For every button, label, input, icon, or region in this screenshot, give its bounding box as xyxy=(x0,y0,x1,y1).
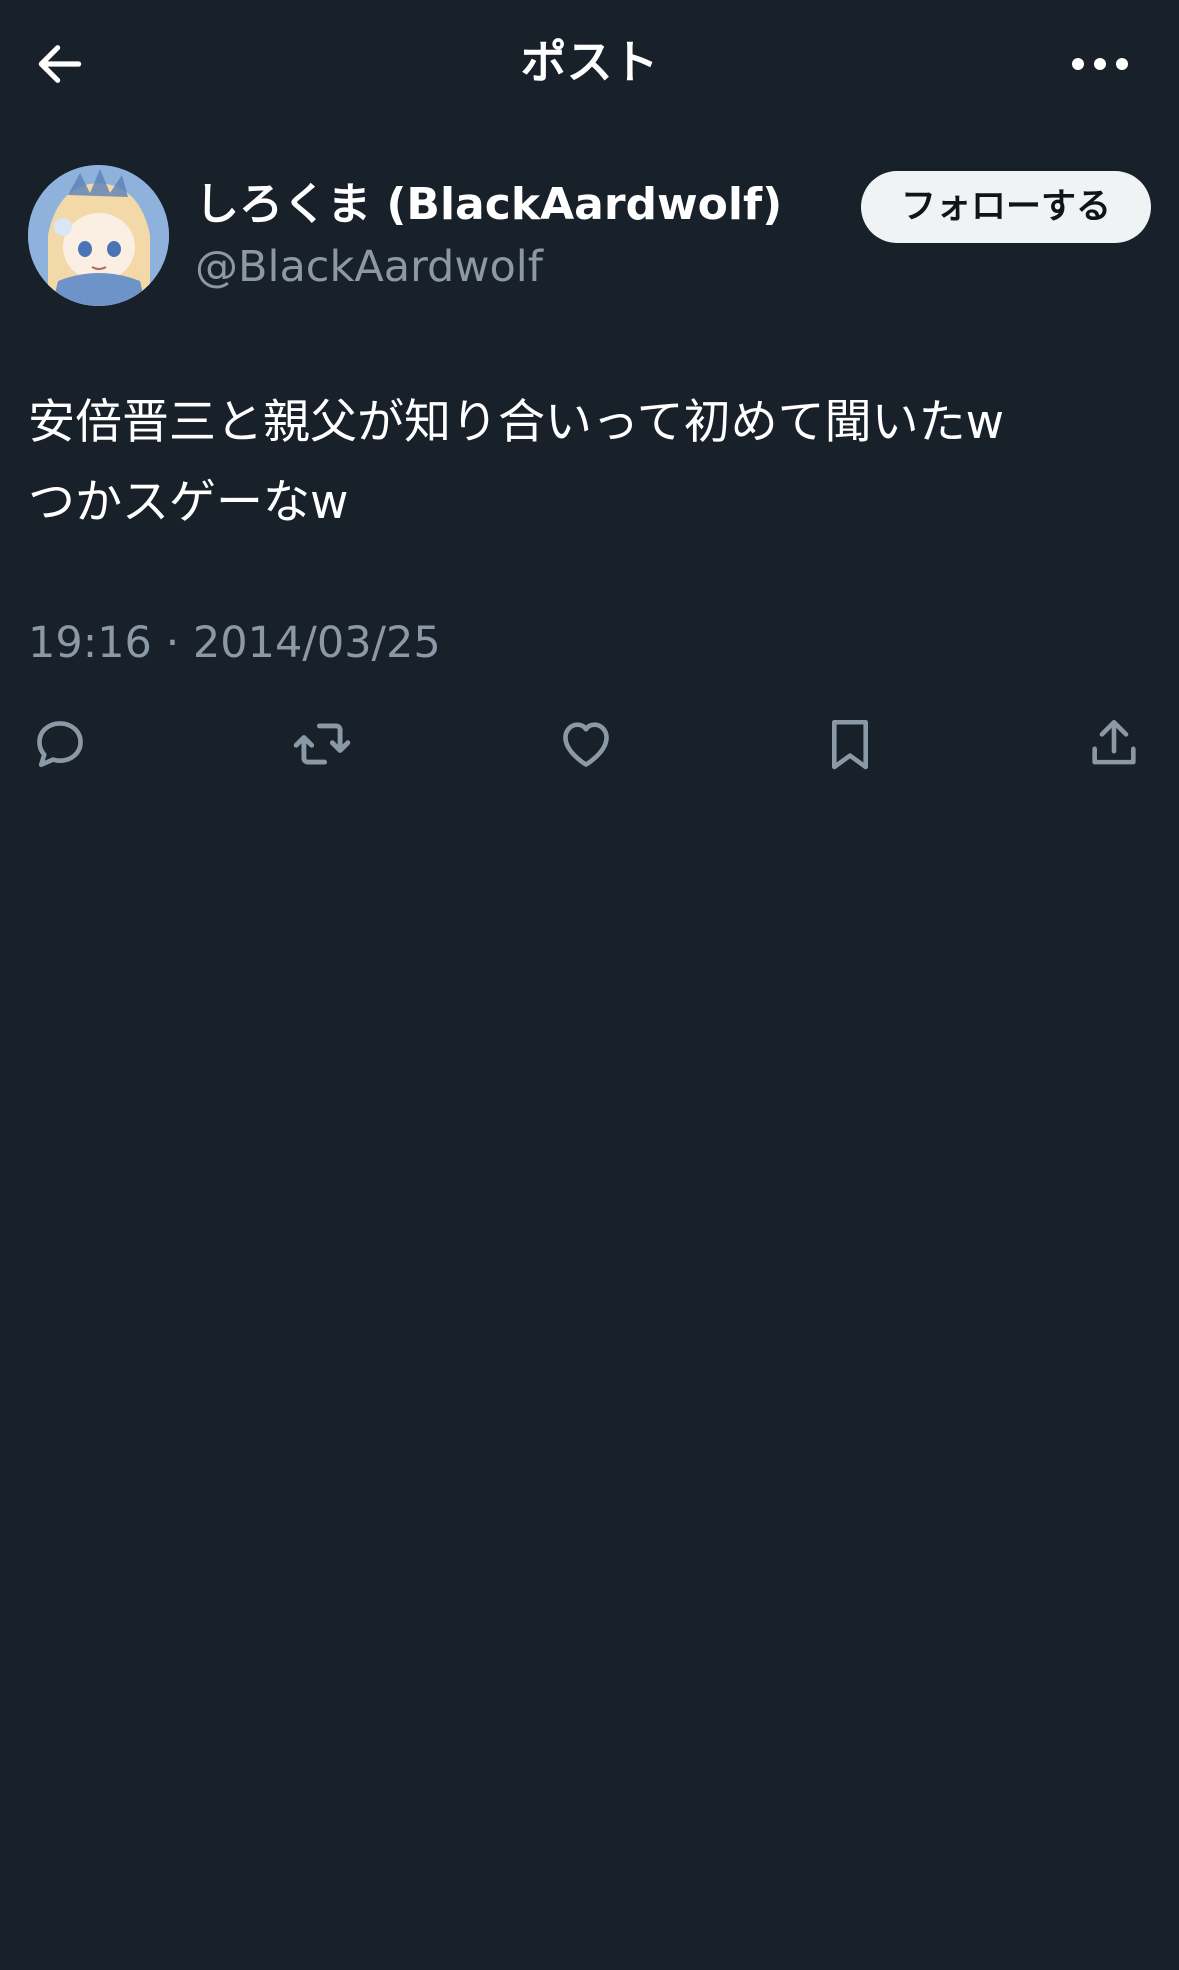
bookmark-button[interactable] xyxy=(818,712,882,776)
author-display-name[interactable]: しろくま (BlackAardwolf) xyxy=(195,175,782,235)
more-horizontal-icon xyxy=(1072,58,1128,70)
post-text-line: つかスゲーなw xyxy=(28,475,349,530)
post-timestamp[interactable]: 19:16 · 2014/03/25 xyxy=(28,613,441,673)
avatar[interactable] xyxy=(28,165,169,306)
like-button[interactable] xyxy=(554,712,618,776)
reply-button[interactable] xyxy=(28,712,92,776)
more-options-button[interactable] xyxy=(1065,34,1135,94)
repost-icon xyxy=(293,723,351,765)
avatar-illustration xyxy=(28,165,169,306)
action-bar xyxy=(28,712,1151,782)
author-row: しろくま (BlackAardwolf) @BlackAardwolf フォロー… xyxy=(28,165,1151,310)
post-text-line: 安倍晋三と親父が知り合いって初めて聞いたw xyxy=(28,395,1005,450)
heart-icon xyxy=(563,722,609,767)
reply-icon xyxy=(37,721,83,768)
page-title: ポスト xyxy=(520,35,659,89)
author-handle[interactable]: @BlackAardwolf xyxy=(195,237,543,297)
share-button[interactable] xyxy=(1082,712,1146,776)
share-icon xyxy=(1092,719,1136,765)
top-bar: ポスト xyxy=(0,0,1179,130)
follow-button[interactable]: フォローする xyxy=(861,171,1151,243)
bookmark-icon xyxy=(831,719,869,770)
post-text: 安倍晋三と親父が知り合いって初めて聞いたw つかスゲーなw xyxy=(28,383,1151,543)
repost-button[interactable] xyxy=(290,712,354,776)
